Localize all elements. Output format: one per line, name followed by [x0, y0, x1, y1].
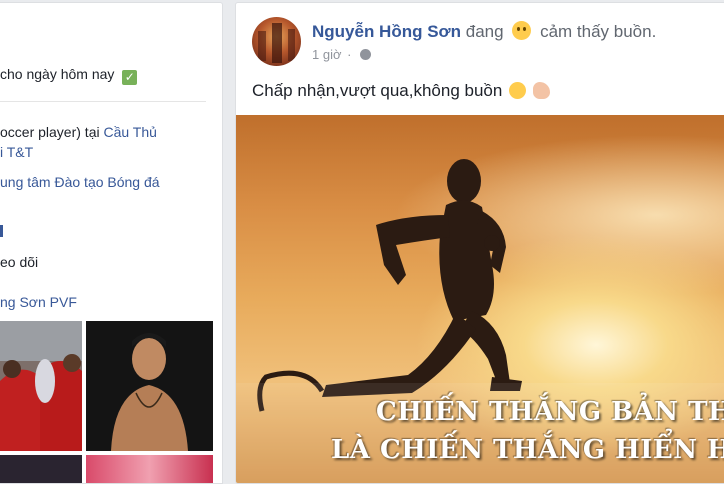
- author-avatar[interactable]: [252, 17, 301, 66]
- image-caption-line2: LÀ CHIẾN THẮNG HIỂN HÁCH: [331, 435, 724, 465]
- intro-page-link[interactable]: ng Sơn PVF: [0, 294, 77, 310]
- feeling-text[interactable]: cảm thấy buồn.: [540, 22, 656, 41]
- intro-work-row: occer player) tại Cầu Thủ: [0, 124, 157, 140]
- check-mark-icon: ✓: [122, 70, 138, 85]
- post-status-text: Chấp nhận,vượt qua,không buồn: [252, 81, 550, 101]
- intro-company-row[interactable]: i T&T: [0, 144, 33, 160]
- post-timestamp[interactable]: 1 giờ: [312, 47, 342, 62]
- intro-training-row[interactable]: ung tâm Đào tạo Bóng đá: [0, 174, 160, 190]
- feeling-prefix: đang: [465, 22, 504, 41]
- post-image[interactable]: CHIẾN THẮNG BẢN THÂN LÀ CHIẾN THẮNG HIỂN…: [236, 115, 724, 483]
- status-message: Chấp nhận,vượt qua,không buồn: [252, 81, 503, 100]
- post-card: Nguyễn Hồng Sơn đang cảm thấy buồn. 1 gi…: [235, 2, 724, 484]
- image-caption-line1: CHIẾN THẮNG BẢN THÂN: [376, 397, 724, 427]
- intro-work-prefix: occer player) tại: [0, 124, 104, 140]
- photo-thumbnail-3[interactable]: [0, 455, 82, 483]
- intro-work-link[interactable]: Cầu Thủ: [103, 124, 156, 140]
- photo-thumbnail-portrait[interactable]: [86, 321, 213, 451]
- intro-followers-label: eo dõi: [0, 254, 39, 270]
- photo-thumbnail-trophy[interactable]: [0, 321, 82, 451]
- sad-face-icon: [512, 21, 532, 40]
- intro-company-link[interactable]: i T&T: [0, 144, 33, 160]
- intro-small-link[interactable]: [0, 224, 3, 240]
- intro-page-row[interactable]: ng Sơn PVF: [0, 294, 77, 310]
- intro-divider: [0, 101, 206, 102]
- author-name[interactable]: Nguyễn Hồng Sơn: [312, 22, 461, 41]
- intro-followers-row: eo dõi: [0, 254, 38, 270]
- intro-card: cho ngày hôm nay ✓ occer player) tại Cầu…: [0, 2, 223, 484]
- disappointed-face-icon: [509, 82, 527, 99]
- globe-icon[interactable]: [360, 49, 372, 60]
- photo-thumbnail-4[interactable]: [86, 455, 213, 483]
- author-line: Nguyễn Hồng Sơn đang cảm thấy buồn.: [312, 21, 656, 42]
- post-meta: 1 giờ ·: [312, 47, 372, 62]
- intro-training-link[interactable]: ung tâm Đào tạo Bóng đá: [0, 174, 160, 190]
- intro-daily-label: cho ngày hôm nay: [0, 66, 115, 82]
- intro-daily-text: cho ngày hôm nay ✓: [0, 66, 138, 85]
- intro-link-fragment[interactable]: [0, 225, 3, 237]
- flexed-biceps-icon: [532, 82, 550, 99]
